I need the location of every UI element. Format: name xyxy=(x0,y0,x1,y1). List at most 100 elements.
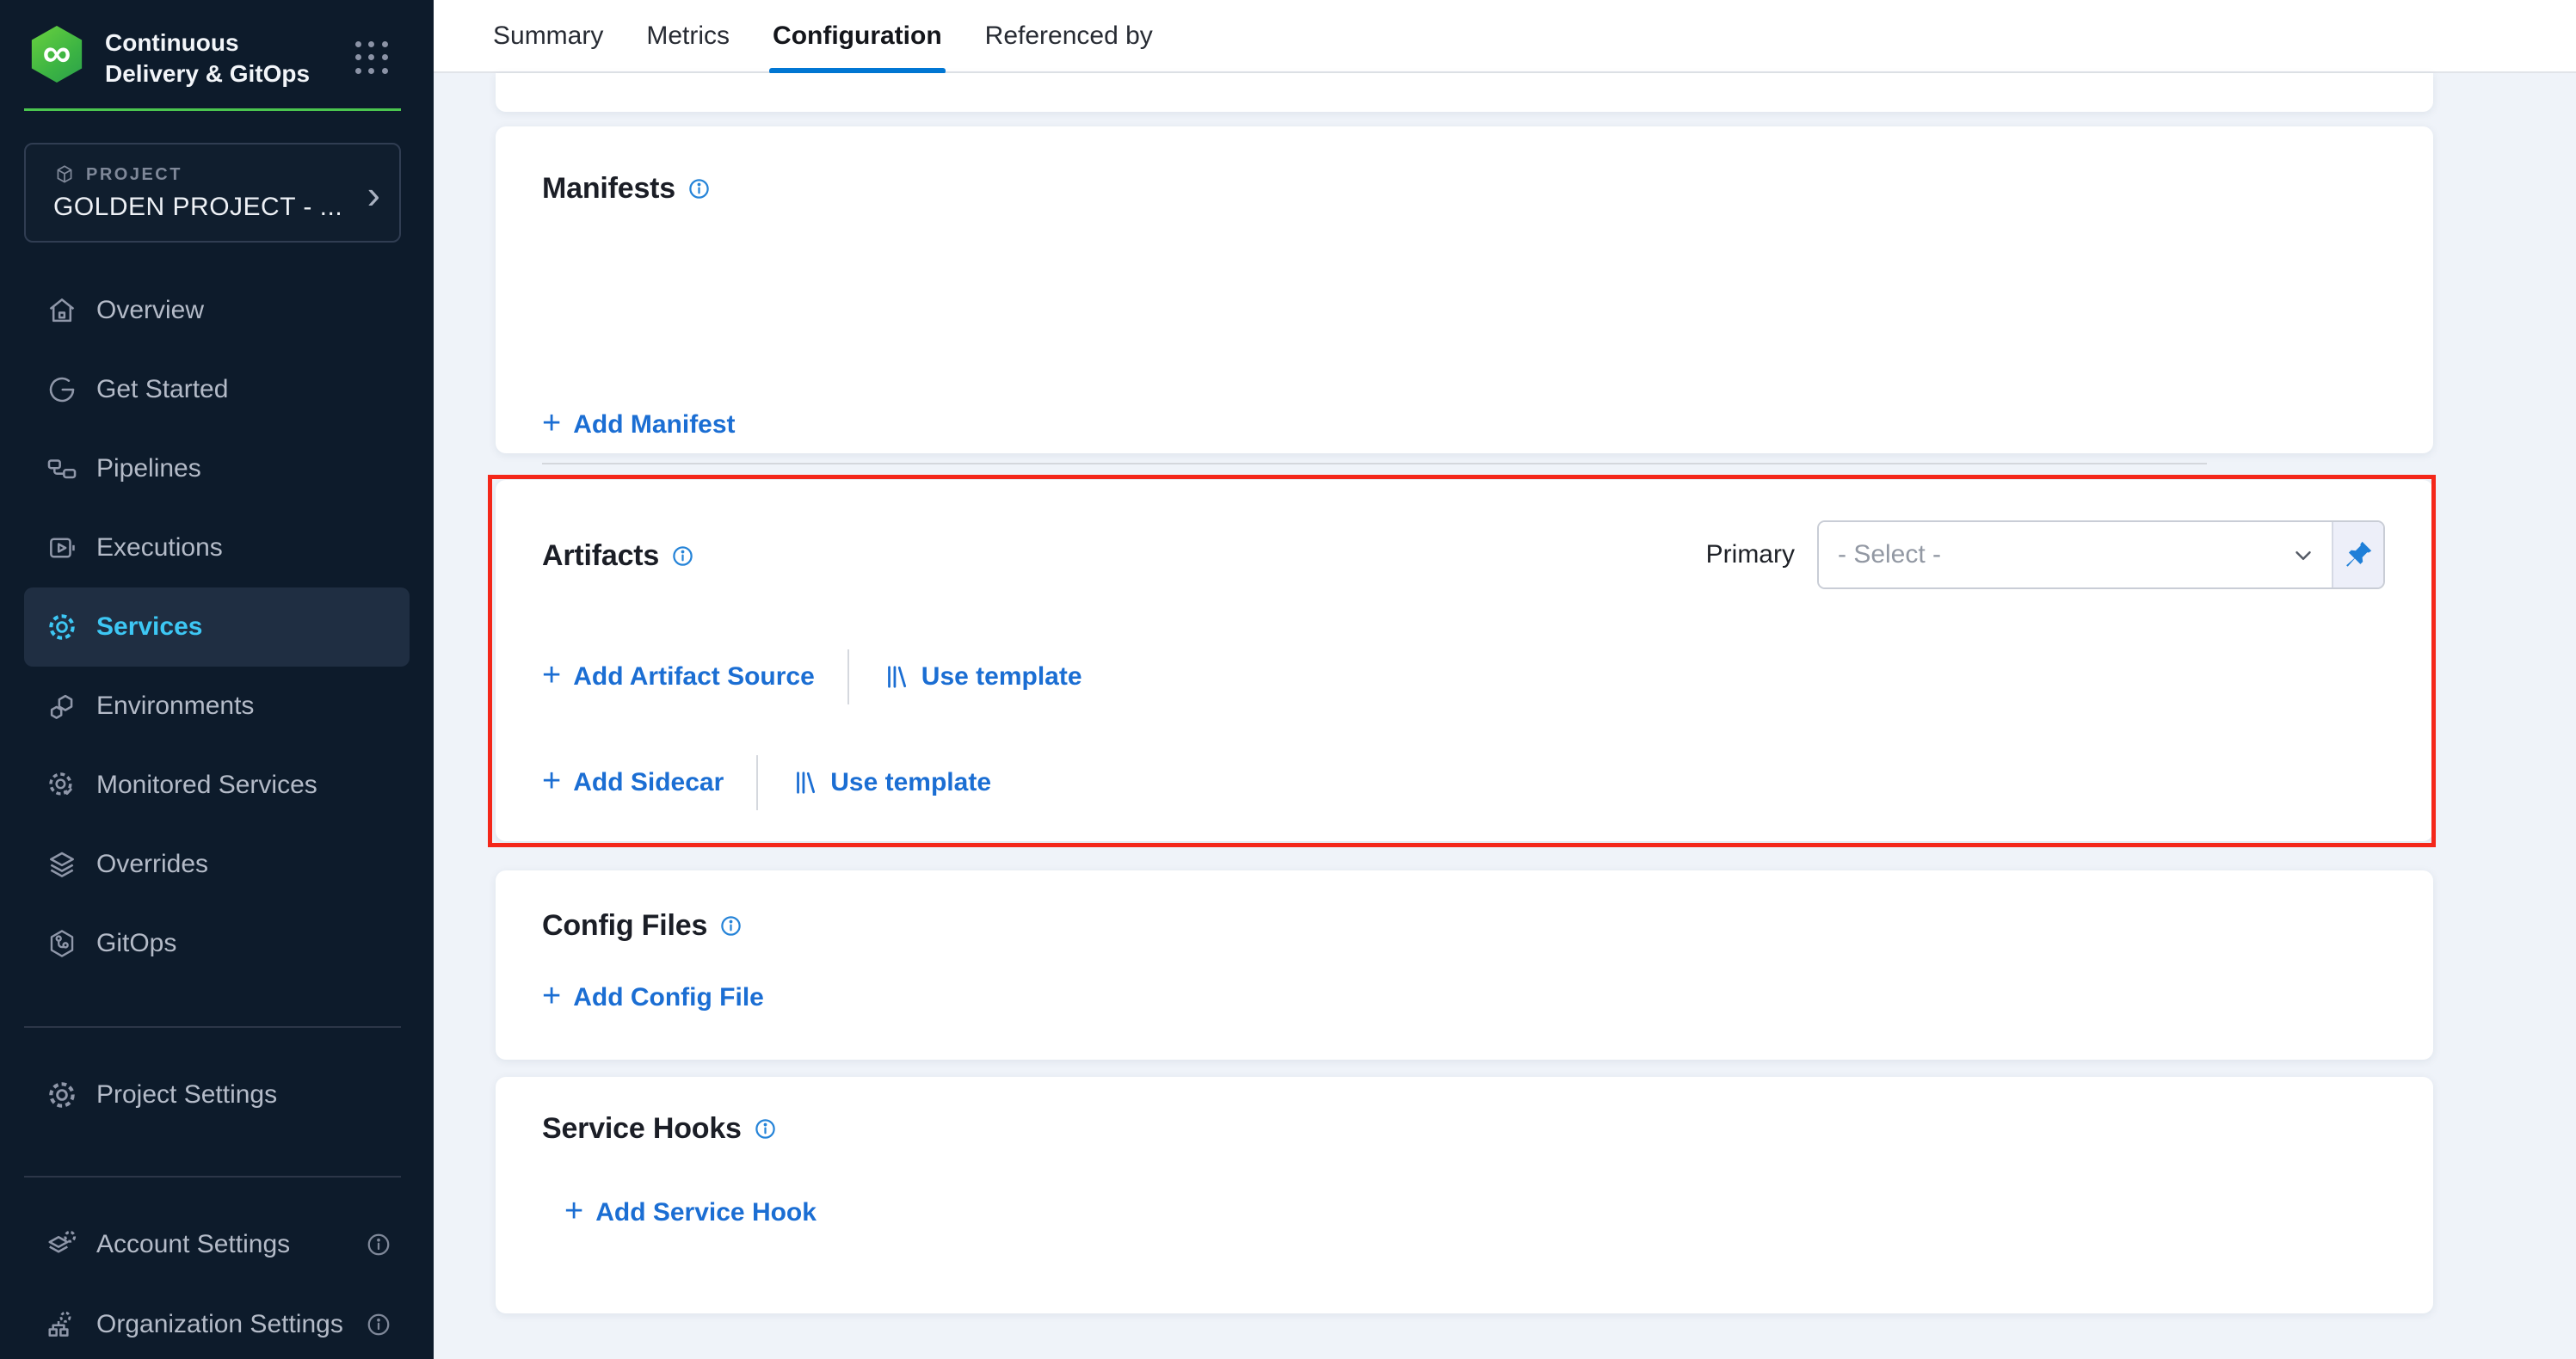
config-files-card: Config Files + Add Config File xyxy=(496,870,2433,1060)
manifests-divider xyxy=(542,463,2207,464)
add-sidecar-button[interactable]: + Add Sidecar xyxy=(542,768,724,797)
use-template-label: Use template xyxy=(921,662,1082,692)
gear-icon xyxy=(45,610,79,644)
sidebar-item-account-settings[interactable]: Account Settings xyxy=(0,1205,434,1284)
chevron-right-icon: › xyxy=(367,170,380,218)
sidebar-item-label: Overview xyxy=(96,296,204,325)
sidebar-item-label: Account Settings xyxy=(96,1230,290,1259)
tab-bar: Summary Metrics Configuration Referenced… xyxy=(434,0,2576,73)
cube-icon xyxy=(53,163,76,186)
artifacts-card: Artifacts Primary - Select - xyxy=(496,480,2433,841)
pipelines-icon xyxy=(45,452,79,486)
info-icon[interactable] xyxy=(687,177,711,200)
info-icon[interactable] xyxy=(366,1312,391,1337)
tab-label: Summary xyxy=(493,22,603,51)
primary-select-group: - Select - xyxy=(1817,520,2385,589)
plus-icon: + xyxy=(542,983,561,1009)
sidebar-item-project-settings[interactable]: Project Settings xyxy=(0,1055,434,1135)
sidebar-item-get-started[interactable]: Get Started xyxy=(0,350,434,429)
sidebar-header: ∞ Continuous Delivery & GitOps xyxy=(0,0,434,108)
home-icon xyxy=(45,293,79,328)
gitops-icon xyxy=(45,926,79,961)
tab-label: Metrics xyxy=(646,22,730,51)
app-window: ∞ Continuous Delivery & GitOps PROJECT G… xyxy=(0,0,2576,1359)
get-started-icon xyxy=(45,372,79,407)
sidebar-item-pipelines[interactable]: Pipelines xyxy=(0,429,434,508)
sidebar-item-overrides[interactable]: Overrides xyxy=(0,825,434,904)
info-icon[interactable] xyxy=(366,1232,391,1258)
product-title-line2: Delivery & GitOps xyxy=(105,58,310,89)
add-service-hook-label: Add Service Hook xyxy=(595,1198,817,1227)
gear-icon xyxy=(45,1078,79,1112)
plus-icon: + xyxy=(542,410,561,436)
tab-configuration[interactable]: Configuration xyxy=(773,0,942,72)
org-chart-icon xyxy=(45,1307,79,1342)
vertical-divider xyxy=(847,649,849,704)
sidebar-item-label: Services xyxy=(96,612,202,642)
environments-icon xyxy=(45,689,79,723)
plus-icon: + xyxy=(542,768,561,794)
sidebar-item-services[interactable]: Services xyxy=(24,587,410,667)
artifacts-title: Artifacts xyxy=(542,539,659,573)
card-partial-top xyxy=(496,73,2433,112)
product-title: Continuous Delivery & GitOps xyxy=(105,28,310,89)
chevron-down-icon xyxy=(2290,543,2316,569)
add-manifest-label: Add Manifest xyxy=(573,410,735,440)
sidebar-item-label: Pipelines xyxy=(96,454,201,483)
add-manifest-button[interactable]: + Add Manifest xyxy=(542,410,736,440)
sidebar-item-label: Get Started xyxy=(96,375,228,404)
sidebar-item-label: GitOps xyxy=(96,929,176,958)
select-placeholder: - Select - xyxy=(1838,540,1941,569)
primary-label: Primary xyxy=(1706,540,1795,569)
info-icon[interactable] xyxy=(671,544,694,568)
layers-icon xyxy=(45,847,79,882)
plus-icon: + xyxy=(542,662,561,688)
sidebar-item-label: Environments xyxy=(96,692,254,721)
tab-summary[interactable]: Summary xyxy=(493,0,603,72)
main-area: Summary Metrics Configuration Referenced… xyxy=(434,0,2576,1359)
sidebar-item-environments[interactable]: Environments xyxy=(0,667,434,746)
service-hooks-title: Service Hooks xyxy=(542,1112,742,1146)
template-library-icon xyxy=(791,769,818,796)
configuration-content: Manifests + Add Manifest + Add Additiona… xyxy=(434,73,2576,1357)
sidebar-item-monitored-services[interactable]: Monitored Services xyxy=(0,746,434,825)
sidebar-item-executions[interactable]: Executions xyxy=(0,508,434,587)
sidebar-item-label: Monitored Services xyxy=(96,771,317,800)
tab-label: Referenced by xyxy=(985,22,1153,51)
plus-icon: + xyxy=(564,1198,583,1224)
add-sidecar-label: Add Sidecar xyxy=(573,768,724,797)
use-template-artifact-button[interactable]: Use template xyxy=(882,662,1082,692)
add-artifact-source-label: Add Artifact Source xyxy=(573,662,815,692)
pin-button[interactable] xyxy=(2332,522,2383,587)
sidebar-divider xyxy=(24,1026,401,1028)
sidebar-item-organization-settings[interactable]: Organization Settings xyxy=(0,1285,434,1359)
add-config-file-button[interactable]: + Add Config File xyxy=(542,983,764,1012)
sidebar-item-label: Executions xyxy=(96,533,223,563)
sidebar-item-gitops[interactable]: GitOps xyxy=(0,904,434,983)
sidebar-nav: Overview Get Started Pipelines Execution… xyxy=(0,271,434,983)
tab-label: Configuration xyxy=(773,22,942,51)
harness-cd-logo[interactable]: ∞ xyxy=(30,26,83,83)
module-switcher-icon[interactable] xyxy=(355,41,390,76)
info-icon[interactable] xyxy=(754,1117,777,1141)
add-artifact-source-button[interactable]: + Add Artifact Source xyxy=(542,662,815,692)
primary-artifact-row: Primary - Select - xyxy=(1706,520,2385,589)
pushpin-icon xyxy=(2342,538,2375,571)
monitored-services-icon xyxy=(45,768,79,802)
project-label: PROJECT xyxy=(86,165,182,185)
layers-gear-icon xyxy=(45,1227,79,1262)
config-files-title: Config Files xyxy=(542,909,707,943)
template-library-icon xyxy=(882,663,909,691)
manifests-title: Manifests xyxy=(542,172,675,206)
infinity-icon: ∞ xyxy=(43,33,71,72)
add-service-hook-button[interactable]: + Add Service Hook xyxy=(564,1198,817,1227)
sidebar-divider xyxy=(24,1176,401,1178)
primary-artifact-select[interactable]: - Select - xyxy=(1819,522,2332,587)
sidebar-item-overview[interactable]: Overview xyxy=(0,271,434,350)
project-selector[interactable]: PROJECT GOLDEN PROJECT - ... › xyxy=(24,143,401,243)
tab-metrics[interactable]: Metrics xyxy=(646,0,730,72)
product-title-line1: Continuous xyxy=(105,28,310,58)
use-template-sidecar-button[interactable]: Use template xyxy=(791,768,991,797)
info-icon[interactable] xyxy=(719,914,743,938)
tab-referenced-by[interactable]: Referenced by xyxy=(985,0,1153,72)
